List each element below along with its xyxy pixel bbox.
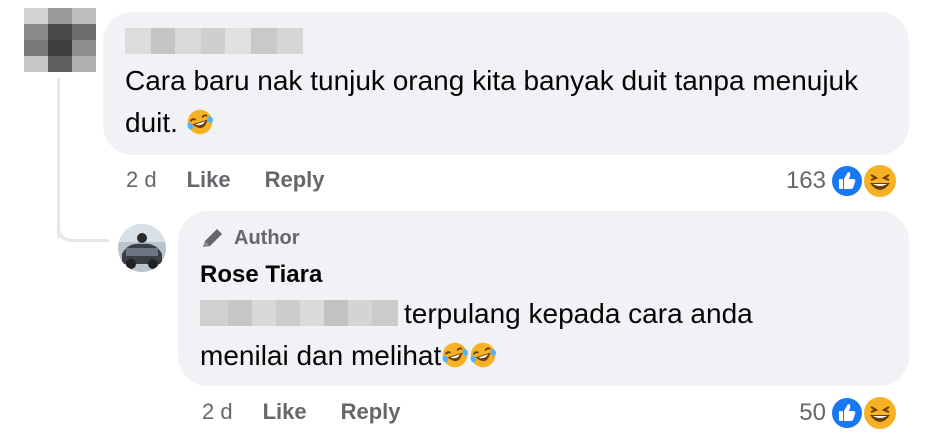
reply-button[interactable]: Reply [265, 167, 325, 193]
thread-line [57, 78, 60, 238]
author-label: Author [234, 226, 300, 249]
reaction-count: 163 [785, 167, 826, 194]
author-name[interactable]: Rose Tiara [200, 261, 322, 289]
reply-button[interactable]: Reply [341, 399, 401, 425]
author-badge: Author [200, 226, 300, 250]
comment-text: Cara baru nak tunjuk orang kita banyak d… [125, 60, 885, 144]
censored-name [125, 28, 303, 54]
haha-reaction-icon [862, 395, 898, 431]
comment-actions: 2 d Like Reply [126, 167, 359, 193]
author-avatar[interactable] [118, 224, 166, 272]
censored-mention [200, 300, 398, 326]
reaction-summary[interactable]: 50 [799, 395, 900, 431]
pencil-icon [203, 229, 222, 247]
like-button[interactable]: Like [263, 399, 307, 425]
avatar[interactable] [24, 8, 96, 72]
haha-reaction-icon [862, 163, 898, 199]
like-reaction-icon [830, 164, 864, 198]
like-button[interactable]: Like [187, 167, 231, 193]
reply-time[interactable]: 2 d [202, 399, 233, 425]
laughing-emoji-icon [470, 342, 497, 368]
comment-bubble: Cara baru nak tunjuk orang kita banyak d… [103, 12, 909, 155]
reaction-summary[interactable]: 163 [786, 163, 900, 199]
reply-text-line1: terpulang kepada cara anda [404, 298, 753, 329]
reply-text-line2: menilai dan melihat [200, 340, 442, 371]
thread-connector [57, 224, 109, 242]
laughing-emoji-icon [442, 342, 469, 368]
comment-text-content: Cara baru nak tunjuk orang kita banyak d… [125, 65, 859, 138]
laughing-emoji-icon [187, 109, 213, 135]
comment-time[interactable]: 2 d [126, 167, 157, 193]
reply-text: terpulang kepada cara anda menilai dan me… [200, 293, 900, 377]
like-reaction-icon [830, 396, 864, 430]
reply-actions: 2 d Like Reply [202, 399, 435, 425]
reply-bubble: Author Rose Tiara terpulang kepada cara … [178, 211, 909, 386]
reaction-count: 50 [799, 399, 826, 426]
